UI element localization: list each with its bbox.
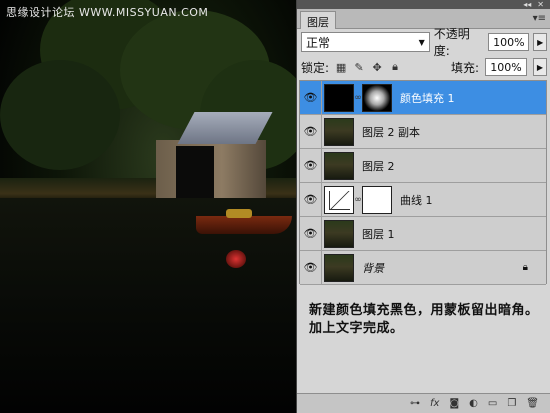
visibility-eye-icon[interactable]: 👁︎ bbox=[300, 114, 322, 149]
layer-row[interactable]: 👁︎ ∞ 曲线 1 bbox=[300, 182, 546, 217]
layers-panel: ◂◂ ✕ 图层 ▾≡ 正常 ▼ 不透明度: 100% ▶ 锁定: ▦ ✎ ✥ 🔒… bbox=[296, 0, 550, 413]
layer-mask-thumbnail[interactable] bbox=[362, 83, 392, 112]
tab-layers[interactable]: 图层 bbox=[300, 11, 336, 29]
fx-icon[interactable]: fx bbox=[430, 398, 439, 409]
blend-mode-select[interactable]: 正常 ▼ bbox=[301, 32, 430, 52]
panel-menu-icon[interactable]: ▾≡ bbox=[533, 13, 546, 24]
layers-list: 👁︎ ∞ 颜色填充 1 👁︎ 图层 2 副本 👁︎ 图层 2 👁︎ ∞ 曲线 1 bbox=[299, 80, 547, 285]
layer-row[interactable]: 👁︎ 图层 2 bbox=[300, 148, 546, 183]
adjustment-icon[interactable]: ◐ bbox=[469, 398, 478, 409]
panel-tabbar: 图层 ▾≡ bbox=[297, 9, 550, 29]
visibility-eye-icon[interactable]: 👁︎ bbox=[300, 80, 322, 115]
close-panel-icon[interactable]: ✕ bbox=[537, 0, 544, 9]
layer-name: 图层 2 bbox=[362, 159, 395, 173]
boat-cargo bbox=[226, 209, 252, 218]
chevron-down-icon: ▼ bbox=[418, 37, 425, 47]
layer-row[interactable]: 👁︎ ∞ 颜色填充 1 bbox=[300, 80, 546, 115]
layer-name: 图层 2 副本 bbox=[362, 125, 420, 139]
mask-link-icon[interactable]: ∞ bbox=[354, 195, 362, 205]
layer-lock-icon: 🔒︎ bbox=[522, 262, 528, 273]
layer-mask-thumbnail[interactable] bbox=[362, 185, 392, 214]
layer-name: 曲线 1 bbox=[400, 193, 433, 207]
layer-thumbnail bbox=[324, 253, 354, 282]
lock-row: 锁定: ▦ ✎ ✥ 🔒︎ 填充: 100% ▶ bbox=[301, 57, 547, 77]
fill-input[interactable]: 100% bbox=[485, 58, 527, 76]
trash-icon[interactable]: 🗑︎ bbox=[526, 398, 539, 409]
instruction-note: 新建颜色填充黑色，用蒙板留出暗角。加上文字完成。 bbox=[309, 303, 539, 336]
lock-position-icon[interactable]: ✥ bbox=[371, 61, 383, 74]
blend-mode-value: 正常 bbox=[306, 35, 331, 50]
panel-footer: ⊶ fx ◙ ◐ ▭ ❐ 🗑︎ bbox=[297, 393, 550, 413]
visibility-eye-icon[interactable]: 👁︎ bbox=[300, 216, 322, 251]
boathouse-door bbox=[176, 146, 214, 198]
mask-icon[interactable]: ◙ bbox=[449, 398, 459, 409]
lock-label: 锁定: bbox=[301, 60, 330, 75]
visibility-eye-icon[interactable]: 👁︎ bbox=[300, 148, 322, 183]
boat bbox=[196, 216, 292, 234]
visibility-eye-icon[interactable]: 👁︎ bbox=[300, 182, 322, 217]
layer-thumbnail bbox=[324, 83, 354, 112]
fill-slider-button[interactable]: ▶ bbox=[533, 58, 547, 76]
blend-row: 正常 ▼ 不透明度: 100% ▶ bbox=[301, 27, 547, 58]
lock-pixels-icon[interactable]: ✎ bbox=[353, 61, 365, 74]
opacity-slider-button[interactable]: ▶ bbox=[533, 33, 547, 51]
opacity-label: 不透明度: bbox=[433, 27, 470, 58]
new-layer-icon[interactable]: ❐ bbox=[507, 398, 516, 409]
group-icon[interactable]: ▭ bbox=[488, 398, 497, 409]
collapse-icon[interactable]: ◂◂ bbox=[523, 0, 531, 9]
link-icon[interactable]: ⊶ bbox=[410, 398, 420, 409]
mask-link-icon[interactable]: ∞ bbox=[354, 93, 362, 103]
layer-name: 图层 1 bbox=[362, 227, 395, 241]
red-reflection bbox=[226, 250, 246, 268]
fill-label: 填充: bbox=[450, 60, 479, 75]
layer-row[interactable]: 👁︎ 图层 1 bbox=[300, 216, 546, 251]
lock-all-icon[interactable]: 🔒︎ bbox=[389, 60, 401, 73]
layer-thumbnail bbox=[324, 219, 354, 248]
layer-row[interactable]: 👁︎ 图层 2 副本 bbox=[300, 114, 546, 149]
layer-thumbnail bbox=[324, 151, 354, 180]
layer-name: 背景 bbox=[362, 261, 384, 275]
document-canvas[interactable]: 思缘设计论坛 WWW.MISSYUAN.COM bbox=[0, 0, 296, 413]
foliage bbox=[0, 60, 120, 170]
panel-titlebar: ◂◂ ✕ bbox=[297, 0, 550, 9]
lock-transparency-icon[interactable]: ▦ bbox=[335, 61, 347, 74]
curves-adjustment-icon bbox=[324, 185, 354, 214]
layer-thumbnail bbox=[324, 117, 354, 146]
layer-name: 颜色填充 1 bbox=[400, 91, 455, 105]
visibility-eye-icon[interactable]: 👁︎ bbox=[300, 250, 322, 285]
watermark-text: 思缘设计论坛 WWW.MISSYUAN.COM bbox=[6, 6, 209, 19]
layer-row[interactable]: 👁︎ 背景 🔒︎ bbox=[300, 250, 546, 285]
opacity-input[interactable]: 100% bbox=[488, 33, 530, 51]
